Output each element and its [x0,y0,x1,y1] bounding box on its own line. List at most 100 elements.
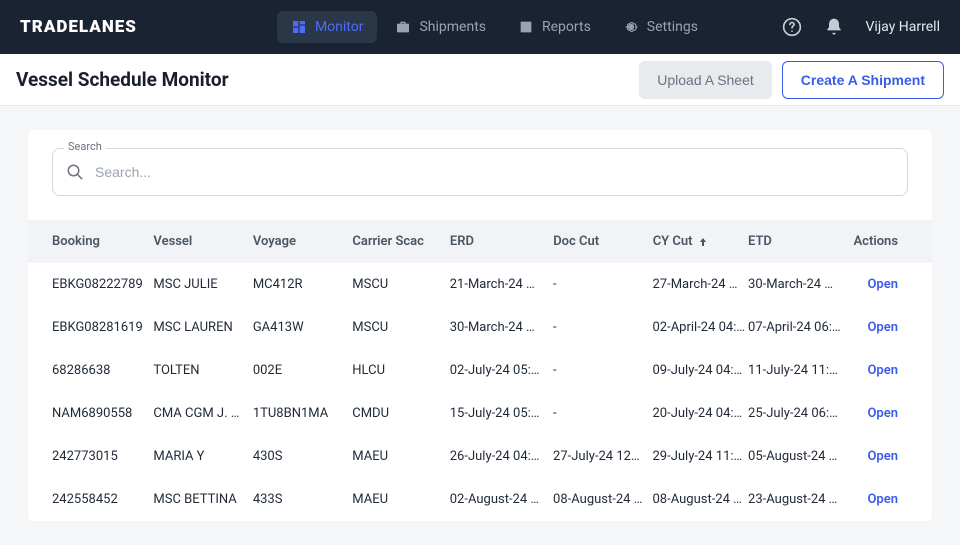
cell-actions: Open [851,406,908,421]
main-nav: Monitor Shipments Reports Settings [277,11,712,43]
cell-doccut: - [553,406,652,421]
header-cycut[interactable]: CY Cut [653,234,748,249]
topbar: TRADELANES Monitor Shipments Reports Set… [0,0,960,54]
cell-carrier: MSCU [352,277,449,292]
open-link[interactable]: Open [867,492,898,507]
nav-settings[interactable]: Settings [609,11,712,43]
cell-voyage: 433S [253,492,352,507]
create-shipment-button[interactable]: Create A Shipment [782,61,944,99]
cell-erd: 21-March-24 … [450,277,553,292]
cell-doccut: - [553,320,652,335]
table-row: NAM6890558CMA CGM J. …1TU8BN1MACMDU15-Ju… [28,392,932,435]
briefcase-icon [395,19,411,35]
subheader-actions: Upload A Sheet Create A Shipment [639,61,944,99]
nav-reports-label: Reports [542,19,591,35]
header-cycut-label: CY Cut [653,234,693,249]
header-actions: Actions [851,234,908,249]
cell-voyage: 430S [253,449,352,464]
open-link[interactable]: Open [867,406,898,421]
cell-actions: Open [851,492,908,507]
cell-booking: 68286638 [52,363,153,378]
sort-asc-icon [697,236,709,248]
nav-monitor-label: Monitor [315,19,364,35]
cell-actions: Open [851,449,908,464]
nav-shipments-label: Shipments [419,19,486,35]
cell-etd: 30-March-24 … [748,277,851,292]
table-body: EBKG08222789MSC JULIEMC412RMSCU21-March-… [28,263,932,521]
chart-icon [518,19,534,35]
cell-cycut: 08-August-24 … [652,492,748,507]
search-wrap: Search [28,148,932,220]
cell-vessel: MARIA Y [153,449,252,464]
cell-doccut: - [553,363,652,378]
open-link[interactable]: Open [867,363,898,378]
cell-voyage: 1TU8BN1MA [253,406,352,421]
table-header-row: Booking Vessel Voyage Carrier Scac ERD D… [28,220,932,263]
cell-etd: 07-April-24 06:… [748,320,851,335]
header-voyage[interactable]: Voyage [253,234,352,249]
nav-settings-label: Settings [647,19,698,35]
cell-etd: 25-July-24 06:… [748,406,851,421]
cell-etd: 05-August-24 … [748,449,851,464]
cell-vessel: MSC LAUREN [153,320,252,335]
cell-erd: 15-July-24 05:… [450,406,553,421]
cell-carrier: MAEU [352,492,449,507]
header-erd[interactable]: ERD [450,234,553,249]
table-row: 68286638TOLTEN002EHLCU02-July-24 05:…-09… [28,349,932,392]
username[interactable]: Vijay Harrell [866,19,940,35]
cell-carrier: MAEU [352,449,449,464]
card: Search Booking Vessel Voyage Carrier Sca… [28,130,932,521]
content: Search Booking Vessel Voyage Carrier Sca… [0,106,960,545]
help-icon[interactable] [782,17,802,37]
brand-logo: TRADELANES [20,17,137,37]
open-link[interactable]: Open [867,320,898,335]
cell-cycut: 09-July-24 04:… [652,363,748,378]
cell-cycut: 27-March-24 … [652,277,748,292]
cell-cycut: 20-July-24 04:… [652,406,748,421]
cell-erd: 26-July-24 04:… [450,449,553,464]
open-link[interactable]: Open [867,449,898,464]
header-carrier[interactable]: Carrier Scac [352,234,450,249]
cell-booking: 242558452 [52,492,153,507]
cell-etd: 11-July-24 11:… [748,363,851,378]
page-title: Vessel Schedule Monitor [16,68,229,91]
cell-booking: 242773015 [52,449,153,464]
header-etd[interactable]: ETD [748,234,851,249]
header-doccut[interactable]: Doc Cut [553,234,652,249]
cell-vessel: MSC BETTINA [153,492,252,507]
cell-erd: 02-July-24 05:… [450,363,553,378]
nav-monitor[interactable]: Monitor [277,11,378,43]
search-input[interactable] [52,148,908,196]
bell-icon[interactable] [824,17,844,37]
dashboard-icon [291,19,307,35]
cell-doccut: - [553,277,652,292]
cell-erd: 02-August-24 … [450,492,553,507]
cell-voyage: 002E [253,363,352,378]
table-row: EBKG08222789MSC JULIEMC412RMSCU21-March-… [28,263,932,306]
cell-etd: 23-August-24 … [748,492,851,507]
nav-reports[interactable]: Reports [504,11,605,43]
nav-shipments[interactable]: Shipments [381,11,500,43]
cell-carrier: HLCU [352,363,449,378]
cell-doccut: 08-August-24 … [553,492,652,507]
cell-erd: 30-March-24 … [450,320,553,335]
open-link[interactable]: Open [867,277,898,292]
cell-cycut: 29-July-24 11:… [652,449,748,464]
cell-vessel: TOLTEN [153,363,252,378]
header-vessel[interactable]: Vessel [153,234,252,249]
cell-cycut: 02-April-24 04:… [652,320,748,335]
cell-actions: Open [851,363,908,378]
cell-vessel: MSC JULIE [153,277,252,292]
topbar-right: Vijay Harrell [782,17,940,37]
cell-carrier: MSCU [352,320,449,335]
cell-actions: Open [851,320,908,335]
cell-voyage: GA413W [253,320,352,335]
cell-booking: EBKG08222789 [52,277,153,292]
upload-sheet-button[interactable]: Upload A Sheet [639,61,772,99]
cell-doccut: 27-July-24 12:… [553,449,652,464]
header-booking[interactable]: Booking [52,234,153,249]
search-label: Search [64,140,106,153]
cell-actions: Open [851,277,908,292]
cell-carrier: CMDU [352,406,449,421]
cell-booking: NAM6890558 [52,406,153,421]
